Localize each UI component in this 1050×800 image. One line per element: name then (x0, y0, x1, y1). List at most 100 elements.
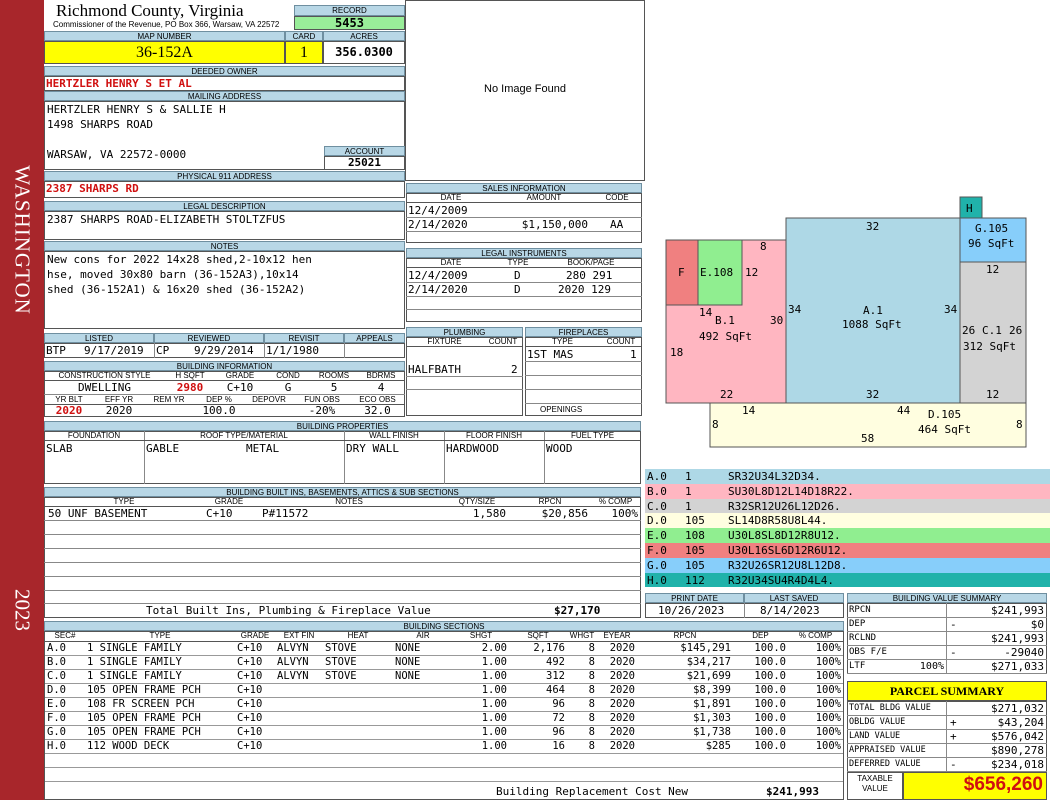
li-type-label: TYPE (496, 258, 540, 268)
section-row: G.0 105 OPEN FRAME PCH C+10 1.00 96 8 2020 $1,7… (45, 725, 843, 739)
ecoobs-value: 32.0 (364, 404, 391, 417)
plumbing-row-count: 2 (511, 363, 518, 376)
district-name: WASHINGTON (10, 165, 35, 315)
construction-style-label: CONSTRUCTION STYLE (44, 371, 165, 381)
parcel-summary-cell: $576,042 (991, 730, 1044, 743)
bv-summary-cell: $271,033 (991, 660, 1044, 673)
sales-row1-date: 12/4/2009 (408, 204, 468, 217)
floor-finish-label: FLOOR FINISH (444, 431, 544, 441)
sketch-code-row: G.0 105 R32U26SR12U8L12D8. (645, 557, 1050, 573)
label-C-area: 312 SqFt (963, 340, 1016, 353)
parcel-summary-cell: LAND VALUE (849, 731, 901, 741)
fireplace-row-type: 1ST MAS (527, 348, 574, 361)
hsqft-label: H SQFT (165, 371, 215, 381)
dim-19: 58 (861, 432, 874, 445)
dim-18: 8 (1016, 418, 1023, 431)
notes-line-3: shed (36-152A1) & 16x20 shed (36-152A2) (47, 283, 306, 296)
last-saved-header: LAST SAVED (744, 593, 844, 603)
dim-9: 18 (670, 346, 683, 359)
listed-date: 9/17/2019 (84, 344, 144, 357)
wall-finish-value: DRY WALL (346, 442, 399, 455)
no-image-text: No Image Found (484, 83, 566, 95)
bv-summary-cell: 100% (919, 661, 944, 672)
grade-label: GRADE (215, 371, 265, 381)
tax-year: 2023 (10, 589, 35, 631)
bv-summary-cell: RPCN (849, 605, 871, 615)
print-date-header: PRINT DATE (645, 593, 744, 603)
section-row: H.0 112 WOOD DECK C+10 1.00 16 8 2020 $285 100.0… (45, 739, 843, 753)
dim-8: 30 (770, 314, 783, 327)
li-row2-type: D (514, 283, 521, 296)
label-F: F (678, 266, 685, 279)
bv-summary-cell: RCLND (849, 633, 877, 643)
revisit-header: REVISIT (264, 333, 344, 343)
label-G-area: 96 SqFt (968, 237, 1014, 250)
legal-instruments-header: LEGAL INSTRUMENTS (406, 248, 642, 258)
bi-type-label: TYPE (44, 497, 204, 507)
taxable-value: $656,260 (963, 774, 1043, 795)
building-properties-header: BUILDING PROPERTIES (44, 421, 641, 431)
label-E: E.108 (700, 266, 733, 279)
section-row: A.0 1 SINGLE FAMILY C+10 ALVYN STOVE NONE 2.00… (45, 641, 843, 655)
sketch-code-row: A.0 1 SR32U34L32D34. (645, 469, 1050, 484)
notes-line-2: hse, moved 30x80 barn (36-152A3),10x14 (47, 268, 299, 281)
notes-header: NOTES (44, 241, 405, 251)
label-A: A.1 (863, 304, 883, 317)
deeded-owner-value: HERTZLER HENRY S ET AL (46, 77, 192, 90)
legal-description-value: 2387 SHARPS ROAD-ELIZABETH STOLTZFUS (47, 213, 286, 226)
record-header: RECORD (294, 5, 405, 16)
account-header: ACCOUNT (324, 146, 405, 156)
dim-7: 14 (699, 306, 713, 319)
funobs-value: -20% (308, 404, 336, 417)
physical-address-value: 2387 SHARPS RD (46, 182, 139, 195)
card-value: 1 (285, 41, 323, 64)
account-value: 25021 (324, 156, 405, 170)
listed-header: LISTED (44, 333, 154, 343)
bv-summary-cell: $0 (1030, 618, 1044, 631)
fuel-type-label: FUEL TYPE (544, 431, 641, 441)
sketch-code-row: E.0 108 U30L8SL8D12R8U12. (645, 528, 1050, 543)
label-G: G.105 (975, 222, 1008, 235)
dep-value: 100.0 (202, 404, 236, 417)
label-B-area: 492 SqFt (699, 330, 752, 343)
bv-summary-cell: -29040 (1004, 646, 1044, 659)
foundation-label: FOUNDATION (44, 431, 144, 441)
li-row1-bookpage: 280 291 (566, 269, 613, 282)
building-sections-table: SEC# TYPE GRADE EXT FIN HEAT AIR SHGT SQ… (45, 631, 843, 782)
floor-finish-value: HARDWOOD (446, 442, 499, 455)
wall-finish-label: WALL FINISH (344, 431, 444, 441)
bi-row-grade: C+10 (206, 507, 233, 520)
label-A-area: 1088 SqFt (842, 318, 902, 331)
parcel-summary-cell: OBLDG VALUE (849, 717, 906, 727)
foundation-value: SLAB (46, 442, 73, 455)
roof-label: ROOF TYPE/MATERIAL (144, 431, 344, 441)
parcel-summary-cell: $890,278 (991, 744, 1044, 757)
section-row: C.0 1 SINGLE FAMILY C+10 ALVYN STOVE NONE 1.00… (45, 669, 843, 683)
mailing-line-1: HERTZLER HENRY S & SALLIE H (47, 103, 226, 116)
dim-17: 8 (712, 418, 719, 431)
roof-material-value: METAL (246, 442, 280, 455)
record-value: 5453 (294, 16, 405, 30)
grade-value: C+10 (226, 381, 254, 394)
sales-amount-label: AMOUNT (496, 193, 592, 203)
dim-10: 22 (720, 388, 733, 401)
map-number-header: MAP NUMBER (44, 31, 285, 41)
reviewed-date: 9/29/2014 (194, 344, 254, 357)
section-row: D.0 105 OPEN FRAME PCH C+10 1.00 464 8 2020 $8,… (45, 683, 843, 697)
bi-row-qty: 1,580 (472, 507, 506, 520)
label-C: C.1 (982, 324, 1002, 337)
physical-address-header: PHYSICAL 911 ADDRESS (44, 171, 405, 181)
bdrms-label: BDRMS (357, 371, 405, 381)
fuel-type-value: WOOD (546, 442, 573, 455)
section-row: E.0 108 FR SCREEN PCH C+10 1.00 96 8 2020 $1,89… (45, 697, 843, 711)
built-ins-header: BUILDING BUILT INS, BASEMENTS, ATTICS & … (44, 487, 641, 497)
sketch-code-row: D.0 105 SL14D8R58U8L44. (645, 513, 1050, 529)
reviewed-by: CP (156, 344, 170, 357)
mailing-address-header: MAILING ADDRESS (44, 91, 405, 101)
dim-6: 12 (745, 266, 758, 279)
parcel-summary-cell: $271,032 (991, 702, 1044, 715)
built-ins-total-value: $27,170 (554, 604, 601, 617)
appeals-header: APPEALS (344, 333, 405, 343)
dim-4: 32 (866, 388, 879, 401)
li-bookpage-label: BOOK/PAGE (540, 258, 642, 268)
